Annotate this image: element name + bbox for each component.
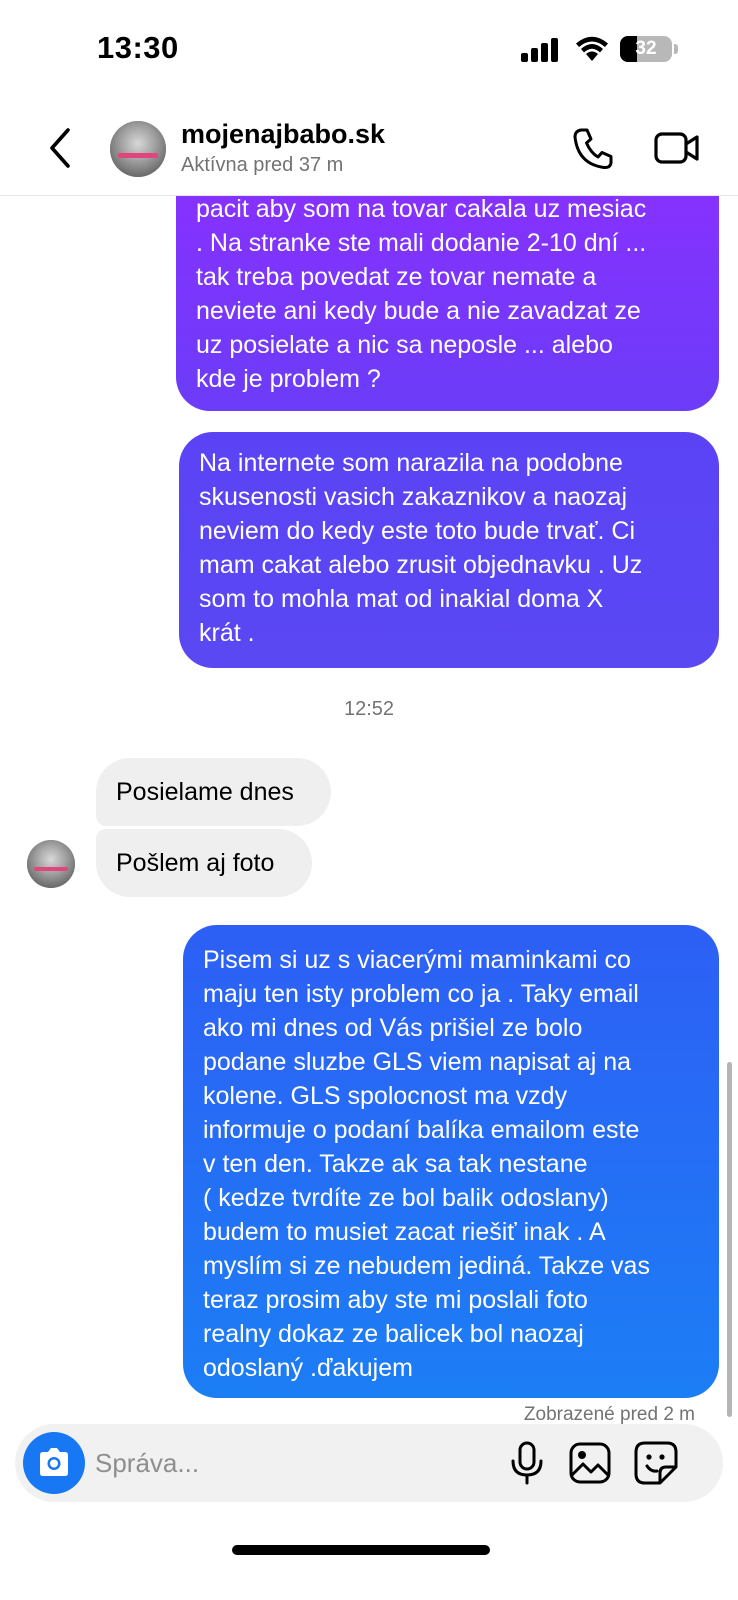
audio-call-button[interactable] (572, 126, 614, 170)
message-line: uz posielate a nic sa neposle ... alebo (196, 331, 613, 359)
battery-cap (674, 44, 678, 54)
incoming-message[interactable]: Posielame dnes (96, 758, 331, 826)
message-line: pacit aby som na tovar cakala uz mesiac (196, 196, 647, 223)
battery-percentage: 32 (635, 38, 657, 59)
seen-status: Zobrazené pred 2 m (523, 1404, 695, 1424)
message-line: tak treba povedat ze tovar nemate a (196, 263, 597, 291)
status-time: 13:30 (97, 30, 179, 65)
message-line: kde je problem ? (196, 365, 381, 393)
message-line: odoslaný .ďakujem (203, 1354, 413, 1382)
message-line: skusenosti vasich zakaznikov a naozaj (199, 483, 628, 511)
video-call-button[interactable] (654, 128, 700, 168)
message-line: informuje o podaní balíka emailom este (203, 1116, 640, 1144)
back-button[interactable] (40, 122, 80, 174)
outgoing-message[interactable]: Na internete som narazila na podobne sku… (179, 432, 719, 668)
message-line: kolene. GLS spolocnost ma vzdy (203, 1082, 568, 1110)
avatar-logo-band (34, 867, 68, 871)
camera-button[interactable] (23, 1432, 85, 1494)
phone-icon (573, 128, 613, 170)
message-line: v ten den. Takze ak sa tak nestane (203, 1150, 588, 1178)
back-icon (50, 128, 70, 168)
gallery-button[interactable] (568, 1441, 612, 1485)
message-line: podane sluzbe GLS viem napisat aj na (203, 1048, 632, 1076)
signal-icon (521, 38, 561, 62)
avatar-logo-band (118, 153, 158, 158)
avatar-image (110, 121, 166, 177)
message-composer (15, 1424, 723, 1502)
voice-message-button[interactable] (507, 1440, 547, 1486)
message-line: budem to musiet zacat riešiť inak . A (203, 1218, 606, 1246)
battery-icon: 32 (620, 36, 672, 62)
avatar-image (27, 840, 75, 888)
message-line: ako mi dnes od Vás prišiel ze bolo (203, 1014, 583, 1042)
wifi-icon (575, 34, 609, 62)
avatar[interactable] (110, 121, 166, 177)
camera-icon (40, 1448, 68, 1476)
sticker-button[interactable] (633, 1440, 679, 1486)
chat-header: mojenajbabo.sk Aktívna pred 37 m (0, 100, 738, 196)
home-indicator[interactable] (232, 1545, 490, 1555)
incoming-message[interactable]: Pošlem aj foto (96, 829, 312, 897)
message-line: neviete ani kedy bude a nie zavadzat ze (196, 297, 641, 325)
message-line: som to mohla mat od inakial doma X (199, 585, 604, 613)
message-line: myslím si ze nebudem jediná. Takze vas (203, 1252, 650, 1280)
message-line: neviem do kedy este toto bude trvať. Ci (199, 517, 635, 545)
message-timestamp: 12:52 (343, 698, 395, 720)
scrollbar[interactable] (727, 1062, 732, 1417)
message-line: . Na stranke ste mali dodanie 2-10 dní .… (196, 229, 647, 257)
message-thread[interactable]: pacit aby som na tovar cakala uz mesiac … (0, 196, 738, 1424)
microphone-icon (511, 1441, 543, 1485)
outgoing-message[interactable]: pacit aby som na tovar cakala uz mesiac … (176, 196, 719, 411)
message-line: Pisem si uz s viacerými maminkami co (203, 946, 631, 974)
message-line: krát . (199, 619, 255, 647)
message-line: Na internete som narazila na podobne (199, 449, 623, 477)
message-line: realny dokaz ze balicek bol naozaj (203, 1320, 584, 1348)
message-line: maju ten isty problem co ja . Taky email (203, 980, 639, 1008)
video-icon (654, 132, 699, 164)
message-line: ( kedze tvrdíte ze bol balik odoslany) (203, 1184, 609, 1212)
message-line: teraz prosim aby ste mi poslali foto (203, 1286, 588, 1314)
sender-avatar[interactable] (27, 840, 75, 888)
contact-name[interactable]: mojenajbabo.sk (181, 119, 385, 150)
message-line: mam cakat alebo zrusit objednavku . Uz (199, 551, 643, 579)
outgoing-message[interactable]: Pisem si uz s viacerými maminkami co maj… (183, 925, 719, 1398)
gallery-icon (569, 1442, 611, 1484)
status-bar: 13:30 32 (0, 0, 738, 100)
message-input[interactable] (95, 1442, 475, 1484)
sticker-icon (634, 1441, 678, 1485)
contact-activity-status: Aktívna pred 37 m (181, 154, 344, 176)
